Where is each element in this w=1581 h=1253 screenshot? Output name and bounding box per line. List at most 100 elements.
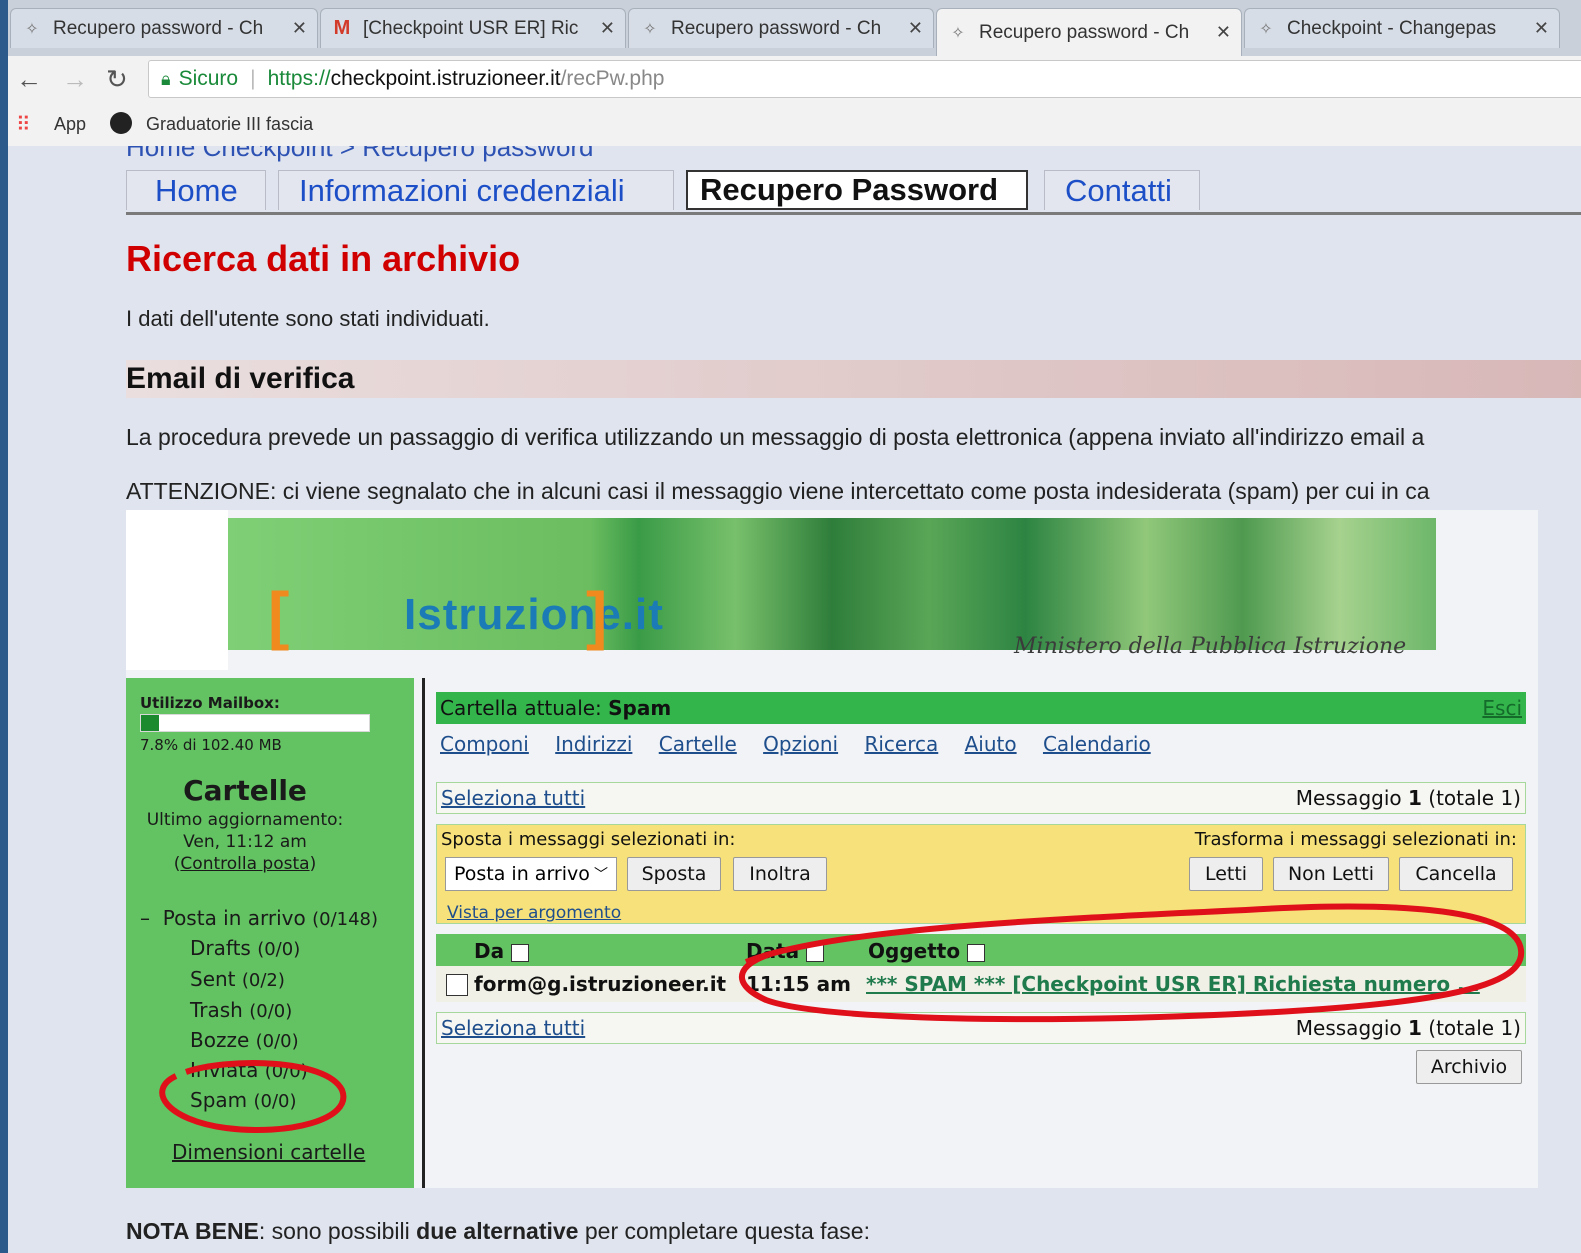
folder-sizes-link[interactable]: Dimensioni cartelle xyxy=(172,1140,365,1164)
folder-trash[interactable]: Trash (0/0) xyxy=(190,998,292,1022)
reload-icon[interactable]: ↻ xyxy=(106,64,128,95)
vista-argomento-link[interactable]: Vista per argomento xyxy=(447,903,621,923)
folder-inviata[interactable]: Inviata (0/0) xyxy=(190,1058,308,1082)
url-separator: | xyxy=(250,67,256,90)
last-update-label: Ultimo aggiornamento: xyxy=(146,810,344,830)
bookmark-graduatorie[interactable]: Graduatorie III fascia xyxy=(146,114,313,135)
message-count: Messaggio 1 (totale 1) xyxy=(1296,786,1521,810)
nav-aiuto[interactable]: Aiuto xyxy=(965,732,1017,756)
browser-tab[interactable]: ✧ Recupero password - Ch ✕ xyxy=(10,8,318,48)
close-icon[interactable]: ✕ xyxy=(908,18,923,39)
message-label: Messaggio xyxy=(1295,786,1408,810)
folder-sent[interactable]: Sent (0/2) xyxy=(190,967,285,991)
browser-tab[interactable]: ✧ Recupero password - Ch ✕ xyxy=(628,8,934,48)
move-target-select[interactable]: Posta in arrivo ﹀ xyxy=(445,857,617,891)
logout-link[interactable]: Esci xyxy=(1482,696,1522,720)
folder-count: (0/2) xyxy=(241,970,285,991)
sposta-button[interactable]: Sposta xyxy=(627,857,721,891)
move-label: Sposta i messaggi selezionati in: xyxy=(441,829,736,850)
nav-calendario[interactable]: Calendario xyxy=(1043,732,1151,756)
folder-drafts[interactable]: Drafts (0/0) xyxy=(190,936,300,960)
folder-name: Bozze xyxy=(190,1028,250,1052)
message-number: 1 xyxy=(1407,786,1422,810)
forward-icon[interactable]: → xyxy=(62,64,88,95)
bookmark-app[interactable]: App xyxy=(54,114,86,135)
menu-informazioni-credenziali[interactable]: Informazioni credenziali xyxy=(278,170,674,210)
select-all-row-top: Seleziona tutti Messaggio 1 (totale 1) xyxy=(436,782,1526,814)
nota-bene: NOTA BENE: sono possibili due alternativ… xyxy=(126,1218,870,1245)
move-target-value: Posta in arrivo xyxy=(454,863,590,885)
browser-tab-active[interactable]: ✧ Recupero password - Ch ✕ xyxy=(936,8,1242,56)
apps-grid-icon[interactable]: ⠿ xyxy=(16,112,31,137)
nav-indirizzi[interactable]: Indirizzi xyxy=(555,732,632,756)
select-all-link[interactable]: Seleziona tutti xyxy=(441,786,585,810)
select-all-link[interactable]: Seleziona tutti xyxy=(441,1016,585,1040)
folder-spam[interactable]: Spam (0/0) xyxy=(190,1088,297,1112)
chevron-down-icon: ﹀ xyxy=(594,867,608,883)
close-icon[interactable]: ✕ xyxy=(1534,18,1549,39)
collapse-icon[interactable]: – xyxy=(140,906,150,930)
checkpoint-icon: ✧ xyxy=(1259,20,1273,38)
archivio-button[interactable]: Archivio xyxy=(1416,1050,1522,1084)
message-count: Messaggio 1 (totale 1) xyxy=(1296,1016,1521,1040)
folder-count: (0/0) xyxy=(253,1091,297,1112)
checkpoint-icon: ✧ xyxy=(25,20,39,38)
nav-ricerca[interactable]: Ricerca xyxy=(864,732,938,756)
ministero-signature: Ministero della Pubblica Istruzione xyxy=(1014,634,1407,659)
cancella-button[interactable]: Cancella xyxy=(1399,857,1513,891)
usage-fill xyxy=(141,715,159,731)
col-data[interactable]: Data xyxy=(746,939,825,963)
usage-text: 7.8% di 102.40 MB xyxy=(140,736,282,754)
usage-label: Utilizzo Mailbox: xyxy=(140,694,280,712)
breadcrumb[interactable]: Home Checkpoint > Recupero password xyxy=(126,146,594,163)
sort-icon[interactable] xyxy=(806,943,825,962)
col-oggetto-label: Oggetto xyxy=(868,939,961,963)
col-data-label: Data xyxy=(746,939,800,963)
nav-opzioni[interactable]: Opzioni xyxy=(763,732,838,756)
menu-home[interactable]: Home xyxy=(126,170,266,210)
row-subject-link[interactable]: *** SPAM *** [Checkpoint USR ER] Richies… xyxy=(866,972,1480,996)
logo-text: Istruzione.it xyxy=(404,590,664,639)
col-oggetto[interactable]: Oggetto xyxy=(868,939,986,963)
nota-text: : sono possibili xyxy=(258,1218,417,1244)
col-da[interactable]: Da xyxy=(474,939,530,963)
checkpoint-icon: ✧ xyxy=(643,20,657,38)
menu-recupero-password[interactable]: Recupero Password xyxy=(686,170,1028,210)
folder-count: (0/148) xyxy=(312,909,379,930)
browser-tab[interactable]: ✧ Checkpoint - Changepas ✕ xyxy=(1244,8,1560,48)
close-icon[interactable]: ✕ xyxy=(292,18,307,39)
table-row[interactable]: form@g.istruzioneer.it 11:15 am *** SPAM… xyxy=(436,966,1526,1002)
banner-white xyxy=(126,510,228,670)
folder-name: Trash xyxy=(190,998,243,1022)
folder-inbox[interactable]: – Posta in arrivo (0/148) xyxy=(140,906,378,930)
menu-contatti[interactable]: Contatti xyxy=(1044,170,1200,210)
nav-cartelle[interactable]: Cartelle xyxy=(659,732,737,756)
row-checkbox[interactable] xyxy=(446,974,468,996)
folder-name: Inviata xyxy=(190,1058,259,1082)
check-mail-link[interactable]: Controlla posta xyxy=(180,854,309,874)
inoltra-button[interactable]: Inoltra xyxy=(733,857,827,891)
browser-tab[interactable]: M [Checkpoint USR ER] Ric ✕ xyxy=(320,8,626,48)
close-icon[interactable]: ✕ xyxy=(600,18,615,39)
last-update-value: Ven, 11:12 am xyxy=(183,832,307,852)
folder-count: (0/0) xyxy=(255,1031,299,1052)
main-menu: Home Informazioni credenziali Recupero P… xyxy=(126,168,1581,215)
letti-button[interactable]: Letti xyxy=(1189,857,1263,891)
select-all-row-bottom: Seleziona tutti Messaggio 1 (totale 1) xyxy=(436,1012,1526,1044)
sort-icon[interactable] xyxy=(967,943,986,962)
browser-window: ✧ Recupero password - Ch ✕ M [Checkpoint… xyxy=(8,0,1581,1253)
folder-bozze[interactable]: Bozze (0/0) xyxy=(190,1028,299,1052)
folders-title: Cartelle xyxy=(183,774,307,807)
folder-count: (0/0) xyxy=(249,1001,293,1022)
nav-componi[interactable]: Componi xyxy=(440,732,529,756)
message-total: (totale 1) xyxy=(1421,1016,1521,1040)
usage-bar xyxy=(140,714,370,732)
close-icon[interactable]: ✕ xyxy=(1216,22,1231,43)
sort-icon[interactable] xyxy=(511,943,530,962)
nota-emphasis: due alternative xyxy=(416,1218,579,1244)
url-field[interactable]: 🔒︎ Sicuro | https:// checkpoint.istruzio… xyxy=(148,60,1581,98)
logo-bracket-right: ] xyxy=(586,579,608,651)
url-path: /recPw.php xyxy=(560,67,665,90)
non-letti-button[interactable]: Non Letti xyxy=(1273,857,1389,891)
back-icon[interactable]: ← xyxy=(16,64,42,95)
